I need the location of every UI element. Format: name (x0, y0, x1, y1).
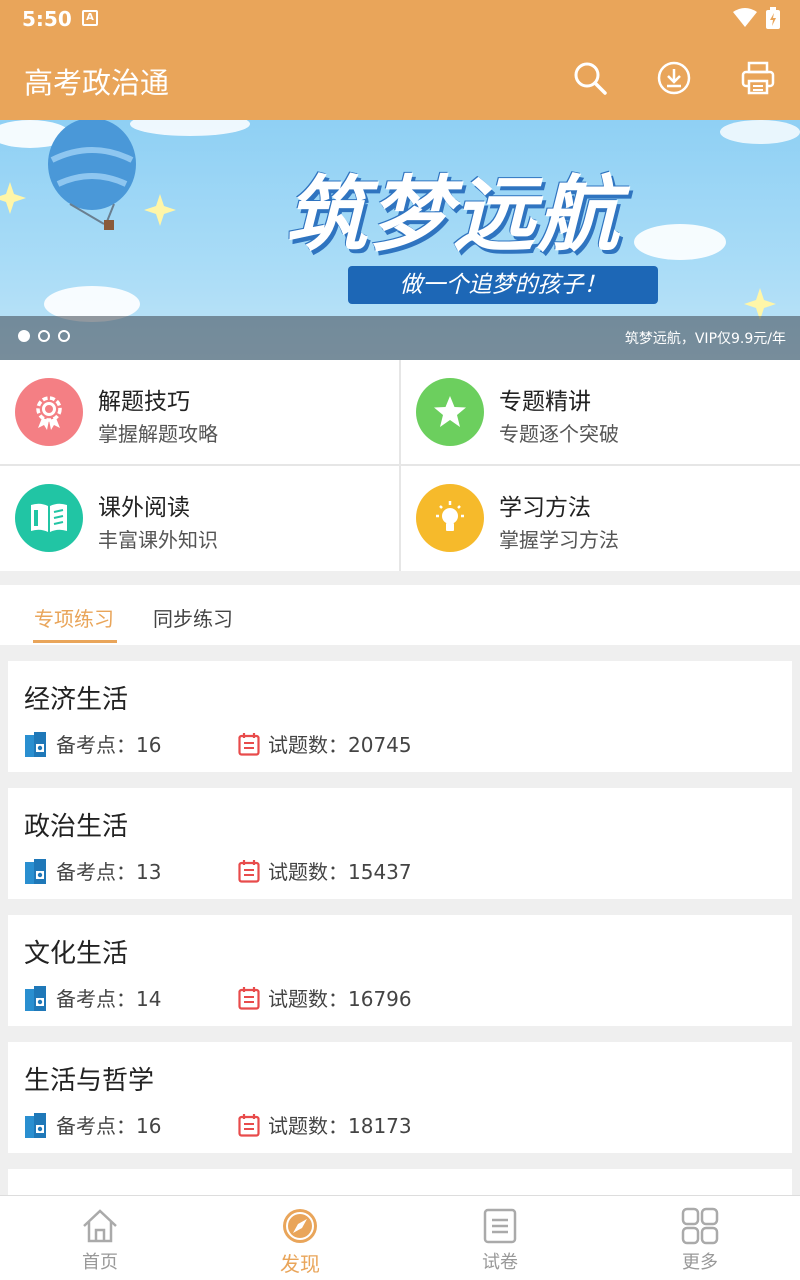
exam-points: 备考点：16 (24, 729, 161, 758)
banner-dot-1[interactable] (18, 330, 30, 342)
nav-discover[interactable]: 发现 (200, 1196, 400, 1280)
app-title: 高考政治通 (24, 66, 170, 100)
banner-caption: 筑梦远航，VIP仅9.9元/年 (624, 331, 786, 347)
feature-problem-solving-tips[interactable]: 解题技巧 掌握解题攻略 (0, 360, 399, 465)
status-bar: 5:50 A (0, 0, 800, 38)
practice-tabs: 专项练习 同步练习 (0, 585, 800, 645)
grid-icon (680, 1206, 720, 1246)
tab-sync-practice[interactable]: 同步练习 (153, 603, 233, 632)
banner-headline: 筑梦远航 (285, 168, 621, 263)
exam-points-label: 备考点：16 (56, 1114, 162, 1138)
question-count-label: 试题数：16796 (268, 987, 412, 1011)
question-count: 试题数：18173 (238, 1110, 412, 1139)
subject-name: 生活与哲学 (24, 1066, 155, 1096)
question-count-label: 试题数：20745 (268, 733, 412, 757)
feature-extracurricular-reading[interactable]: 课外阅读 丰富课外知识 (0, 466, 399, 571)
book-open-icon (15, 484, 83, 552)
subject-card[interactable]: 经济生活 备考点：16 试题数：20745 (8, 661, 792, 772)
compass-icon (280, 1206, 320, 1246)
search-button[interactable] (570, 58, 610, 98)
calendar-list-icon (238, 732, 260, 756)
tab-topic-practice[interactable]: 专项练习 (34, 603, 114, 632)
subject-name: 经济生活 (24, 685, 129, 715)
feature-subtitle: 掌握学习方法 (499, 528, 619, 552)
subject-name: 文化生活 (24, 939, 129, 969)
exam-points-label: 备考点：13 (56, 860, 162, 884)
grid-divider-horizontal (0, 464, 800, 466)
exam-points: 备考点：14 (24, 983, 161, 1012)
app-bar: 高考政治通 (0, 38, 800, 120)
exam-points-label: 备考点：16 (56, 733, 162, 757)
status-time: 5:50 (22, 7, 72, 31)
feature-title: 专题精讲 (499, 389, 591, 415)
calendar-list-icon (238, 1113, 260, 1137)
nav-more[interactable]: 更多 (600, 1196, 800, 1280)
wifi-icon (733, 8, 757, 27)
promo-banner[interactable]: 筑梦远航 做一个追梦的孩子！ 筑梦远航，VIP仅9.9元/年 (0, 120, 800, 360)
nav-label: 发现 (280, 1252, 320, 1276)
question-count: 试题数：16796 (238, 983, 412, 1012)
nav-label: 首页 (82, 1252, 118, 1273)
books-icon (25, 985, 46, 1011)
question-count-label: 试题数：15437 (268, 860, 412, 884)
question-count-label: 试题数：18173 (268, 1114, 412, 1138)
search-icon (574, 62, 607, 95)
bottom-navigation: 首页 发现 试卷 更多 (0, 1195, 800, 1280)
feature-topic-lectures[interactable]: 专题精讲 专题逐个突破 (401, 360, 800, 465)
banner-dot-2[interactable] (38, 330, 50, 342)
printer-icon (741, 61, 775, 95)
subject-card[interactable]: 文化生活 备考点：14 试题数：16796 (8, 915, 792, 1026)
feature-subtitle: 专题逐个突破 (499, 422, 619, 446)
download-button[interactable] (654, 58, 694, 98)
feature-title: 解题技巧 (98, 389, 190, 415)
question-count: 试题数：20745 (238, 729, 412, 758)
lightbulb-icon (416, 484, 484, 552)
paper-icon (480, 1206, 520, 1246)
medal-icon (15, 378, 83, 446)
books-icon (25, 1112, 46, 1138)
subject-card[interactable]: 政治生活 备考点：13 试题数：15437 (8, 788, 792, 899)
calendar-list-icon (238, 859, 260, 883)
nav-label: 试卷 (482, 1252, 518, 1273)
feature-title: 课外阅读 (98, 495, 190, 521)
nav-papers[interactable]: 试卷 (400, 1196, 600, 1280)
exam-points-label: 备考点：14 (56, 987, 162, 1011)
notification-app-icon: A (82, 10, 98, 26)
active-tab-indicator (33, 640, 117, 643)
feature-subtitle: 丰富课外知识 (98, 528, 218, 552)
home-icon (80, 1206, 120, 1246)
feature-subtitle: 掌握解题攻略 (98, 422, 218, 446)
banner-page-indicator (18, 330, 70, 342)
print-button[interactable] (738, 58, 778, 98)
banner-subtitle: 做一个追梦的孩子！ (348, 266, 658, 304)
subject-name: 政治生活 (24, 812, 129, 842)
feature-study-methods[interactable]: 学习方法 掌握学习方法 (401, 466, 800, 571)
nav-home[interactable]: 首页 (0, 1196, 200, 1280)
battery-icon (766, 7, 780, 29)
subject-card[interactable]: 生活与哲学 备考点：16 试题数：18173 (8, 1042, 792, 1153)
books-icon (25, 731, 46, 757)
exam-points: 备考点：16 (24, 1110, 161, 1139)
question-count: 试题数：15437 (238, 856, 412, 885)
books-icon (25, 858, 46, 884)
nav-label: 更多 (682, 1252, 718, 1273)
star-icon (416, 378, 484, 446)
feature-title: 学习方法 (499, 495, 591, 521)
download-icon (657, 61, 691, 95)
calendar-list-icon (238, 986, 260, 1010)
banner-dot-3[interactable] (58, 330, 70, 342)
exam-points: 备考点：13 (24, 856, 161, 885)
banner-caption-bar: 筑梦远航，VIP仅9.9元/年 (0, 316, 800, 360)
